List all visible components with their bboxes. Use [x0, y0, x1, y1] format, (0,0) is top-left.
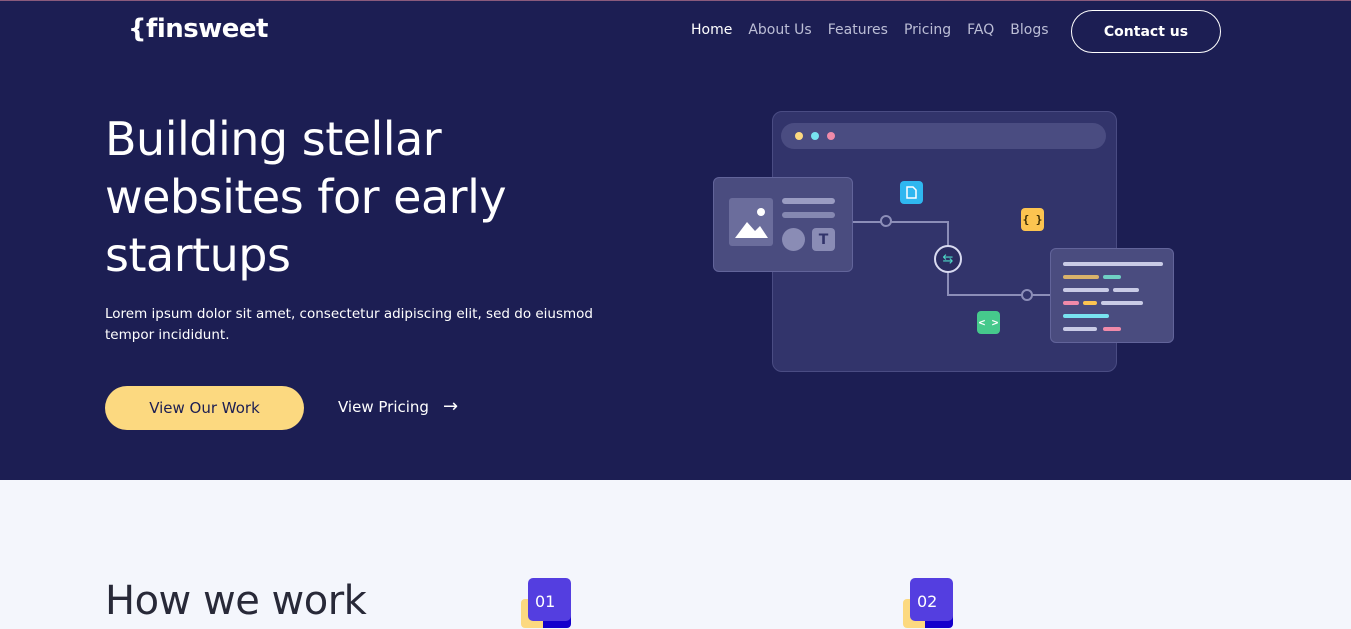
window-dot-yellow — [795, 132, 803, 140]
code-line — [1083, 301, 1097, 305]
code-line — [1063, 262, 1163, 266]
media-card: T — [713, 177, 853, 272]
browser-address-bar — [781, 123, 1106, 149]
sync-icon: ⇆ — [934, 245, 962, 273]
step-badge-01: 01 — [521, 578, 571, 628]
code-line — [1063, 327, 1097, 331]
shape-circle — [782, 228, 805, 251]
logo[interactable]: {finsweet — [128, 14, 268, 44]
text-tool-icon: T — [812, 228, 835, 251]
code-line — [1103, 327, 1121, 331]
hero-title: Building stellar websites for early star… — [105, 112, 507, 282]
contact-us-button[interactable]: Contact us — [1071, 10, 1221, 53]
image-icon — [729, 198, 773, 246]
nav-faq[interactable]: FAQ — [967, 22, 994, 38]
connector-line — [853, 221, 948, 223]
view-pricing-link[interactable]: View Pricing → — [338, 396, 458, 417]
step-number: 02 — [917, 592, 938, 611]
connector-line — [947, 294, 1050, 296]
hero-subtitle: Lorem ipsum dolor sit amet, consectetur … — [105, 306, 594, 343]
step-badge-02: 02 — [903, 578, 953, 628]
text-line — [782, 198, 835, 204]
window-dot-pink — [827, 132, 835, 140]
nav-features[interactable]: Features — [828, 22, 888, 38]
how-we-work-title: How we work — [105, 578, 367, 624]
code-line — [1113, 288, 1139, 292]
view-our-work-button[interactable]: View Our Work — [105, 386, 304, 430]
code-line — [1101, 301, 1143, 305]
code-line — [1063, 314, 1109, 318]
text-line — [782, 212, 835, 218]
code-line — [1063, 301, 1079, 305]
code-icon: < > — [977, 311, 1000, 334]
connector-node — [880, 215, 892, 227]
code-line — [1103, 275, 1121, 279]
arrow-right-icon: → — [442, 396, 459, 417]
code-card — [1050, 248, 1174, 343]
nav-pricing[interactable]: Pricing — [904, 22, 951, 38]
connector-node — [1021, 289, 1033, 301]
hero-section: {finsweet Home About Us Features Pricing… — [0, 0, 1351, 480]
code-line — [1063, 275, 1099, 279]
step-number: 01 — [535, 592, 556, 611]
code-line — [1063, 288, 1109, 292]
nav-home[interactable]: Home — [691, 22, 732, 38]
window-dot-cyan — [811, 132, 819, 140]
hero-illustration: ⇆ T { } < > — [705, 105, 1185, 380]
view-pricing-label: View Pricing — [338, 397, 429, 416]
nav-blogs[interactable]: Blogs — [1010, 22, 1048, 38]
file-icon — [900, 181, 923, 204]
nav-about-us[interactable]: About Us — [748, 22, 811, 38]
braces-icon: { } — [1021, 208, 1044, 231]
main-nav: Home About Us Features Pricing FAQ Blogs — [691, 22, 1065, 38]
